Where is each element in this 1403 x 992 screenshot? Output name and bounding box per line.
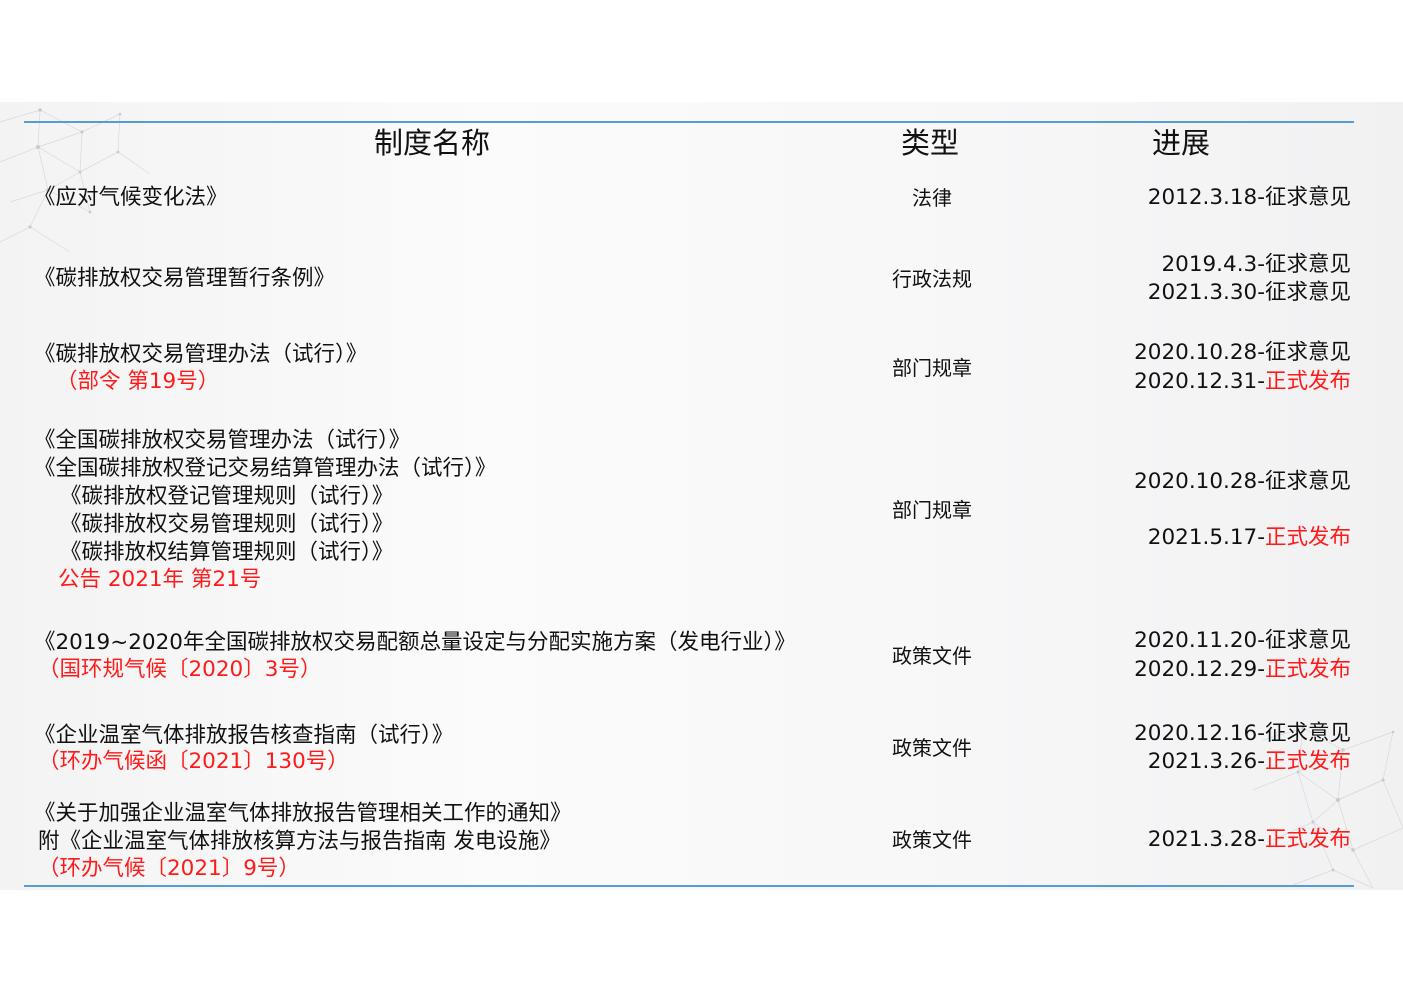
progress-status: 征求意见 [1264, 340, 1351, 365]
regulation-title: 《碳排放权交易管理暂行条例》 [34, 266, 336, 291]
progress-entry: 2021.3.26-正式发布 [1148, 748, 1351, 776]
progress-status: 征求意见 [1264, 280, 1351, 305]
header-name-column: 制度名称 [374, 126, 491, 160]
regulation-title: 《碳排放权交易管理规则（试行）》 [60, 512, 394, 537]
regulation-type: 政策文件 [892, 736, 972, 760]
progress-date: 2020.10.28- [1134, 469, 1265, 494]
progress-date: 2020.12.16- [1134, 721, 1265, 746]
progress-entry: 2019.4.3-征求意见 [1161, 251, 1351, 279]
document-number: 公告 2021年 第21号 [58, 567, 262, 592]
regulation-type: 部门规章 [892, 356, 972, 380]
table-bottom-rule [24, 885, 1354, 887]
progress-status: 征求意见 [1264, 628, 1351, 653]
regulation-type: 法律 [912, 186, 952, 210]
document-number: （部令 第19号） [56, 369, 220, 394]
progress-date: 2012.3.18- [1147, 185, 1265, 210]
regulation-title: 《企业温室气体排放报告核查指南（试行）》 [34, 723, 454, 748]
regulation-type: 政策文件 [892, 644, 972, 668]
regulation-title: 附《企业温室气体排放核算方法与报告指南 发电设施》 [38, 829, 561, 854]
progress-date: 2021.3.30- [1147, 280, 1265, 305]
progress-date: 2021.5.17- [1147, 525, 1265, 550]
progress-date: 2020.12.29- [1134, 657, 1265, 682]
progress-entry: 2020.12.31-正式发布 [1134, 368, 1351, 396]
regulation-title: 《全国碳排放权登记交易结算管理办法（试行）》 [34, 456, 497, 481]
progress-date: 2020.11.20- [1134, 628, 1265, 653]
progress-status: 正式发布 [1264, 827, 1351, 852]
progress-entry: 2020.11.20-征求意见 [1134, 627, 1351, 655]
regulation-type: 政策文件 [892, 828, 972, 852]
progress-entry: 2020.12.16-征求意见 [1134, 720, 1351, 748]
document-number: （环办气候函〔2021〕130号） [38, 749, 349, 774]
header-progress-column: 进展 [1152, 126, 1211, 160]
regulation-title: 《关于加强企业温室气体排放报告管理相关工作的通知》 [34, 801, 572, 826]
document-number: （国环规气候〔2020〕3号） [38, 657, 322, 682]
regulation-title: 《应对气候变化法》 [34, 185, 228, 210]
progress-entry: 2021.3.30-征求意见 [1148, 279, 1351, 307]
header-type-column: 类型 [901, 126, 960, 160]
progress-status: 正式发布 [1264, 749, 1351, 774]
progress-entry: 2020.10.28-征求意见 [1134, 339, 1351, 367]
progress-status: 征求意见 [1264, 469, 1351, 494]
regulation-title: 《碳排放权交易管理办法（试行）》 [34, 342, 368, 367]
progress-entry: 2021.5.17-正式发布 [1148, 524, 1351, 552]
progress-entry: 2020.12.29-正式发布 [1134, 656, 1351, 684]
progress-status: 征求意见 [1264, 252, 1351, 277]
progress-entry: 2012.3.18-征求意见 [1148, 184, 1351, 212]
progress-date: 2020.10.28- [1134, 340, 1265, 365]
progress-date: 2021.3.26- [1147, 749, 1265, 774]
progress-status: 正式发布 [1264, 369, 1351, 394]
progress-status: 征求意见 [1264, 721, 1351, 746]
progress-date: 2019.4.3- [1161, 252, 1265, 277]
regulation-title: 《碳排放权登记管理规则（试行）》 [60, 484, 394, 509]
regulation-title: 《全国碳排放权交易管理办法（试行）》 [34, 428, 411, 453]
document-number: （环办气候〔2021〕9号） [38, 856, 300, 881]
regulation-type: 行政法规 [892, 267, 972, 291]
progress-entry: 2021.3.28-正式发布 [1148, 826, 1351, 854]
progress-date: 2020.12.31- [1134, 369, 1265, 394]
table-top-rule [24, 121, 1354, 123]
progress-entry: 2020.10.28-征求意见 [1134, 468, 1351, 496]
progress-status: 正式发布 [1264, 525, 1351, 550]
progress-status: 征求意见 [1264, 185, 1351, 210]
regulation-title: 《2019~2020年全国碳排放权交易配额总量设定与分配实施方案（发电行业）》 [34, 630, 796, 655]
regulation-type: 部门规章 [892, 498, 972, 522]
regulation-title: 《碳排放权结算管理规则（试行）》 [60, 540, 394, 565]
progress-status: 正式发布 [1264, 657, 1351, 682]
progress-date: 2021.3.28- [1147, 827, 1265, 852]
